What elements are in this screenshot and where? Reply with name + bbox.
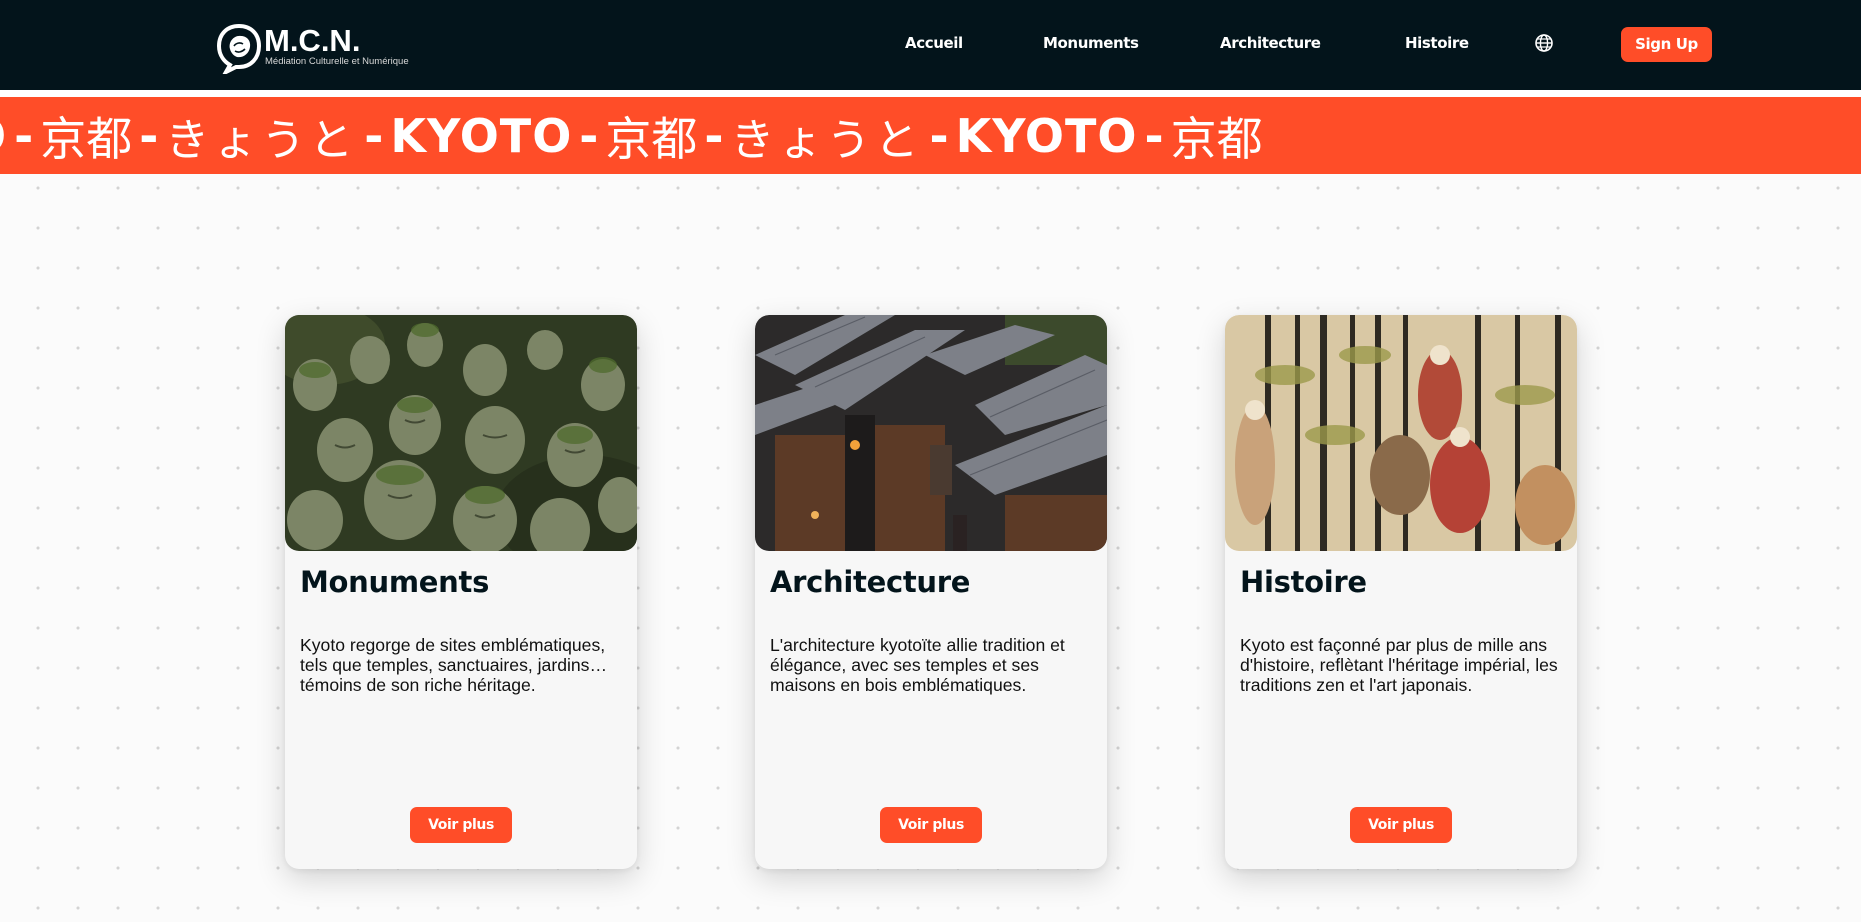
card-description: L'architecture kyotoïte allie tradition … <box>770 635 1065 695</box>
nav-link-architecture[interactable]: Architecture <box>1220 34 1321 52</box>
globe-icon[interactable] <box>1534 33 1554 53</box>
sign-up-button[interactable]: Sign Up <box>1621 27 1712 62</box>
marquee-separator: - <box>14 108 34 163</box>
marquee-track: O - 京都 - きょうと - KYOTO - 京都 - きょうと - KYOT… <box>0 97 1263 174</box>
marquee-text-hiragana: きょうと <box>730 114 923 166</box>
card-image-architecture <box>755 315 1107 551</box>
logo-title: M.C.N. <box>264 23 361 58</box>
marquee-separator: - <box>364 108 384 163</box>
marquee-text-kanji: 京都 <box>40 111 133 166</box>
marquee-text-kanji: 京都 <box>1170 111 1263 166</box>
card-title: Histoire <box>1240 565 1367 599</box>
kyoto-marquee-banner: O - 京都 - きょうと - KYOTO - 京都 - きょうと - KYOT… <box>0 97 1861 174</box>
nav-link-monuments[interactable]: Monuments <box>1043 34 1139 52</box>
wooden-houses-image <box>755 315 1107 551</box>
card-image-monuments <box>285 315 637 551</box>
logo-subtitle: Médiation Culturelle et Numérique <box>265 56 409 67</box>
marquee-separator: - <box>929 108 949 163</box>
voir-plus-button[interactable]: Voir plus <box>880 807 982 843</box>
card-description: Kyoto est façonné par plus de mille ans … <box>1240 635 1558 695</box>
card-image-histoire <box>1225 315 1577 551</box>
marquee-text-hiragana: きょうと <box>165 114 358 166</box>
card-title: Monuments <box>300 565 490 599</box>
stone-statues-image <box>285 315 637 551</box>
marquee-text-latin: O <box>0 109 7 163</box>
marquee-text-latin: KYOTO <box>955 108 1138 163</box>
marquee-text-latin: KYOTO <box>390 108 573 163</box>
card-title: Architecture <box>770 565 971 599</box>
ukiyo-e-image <box>1225 315 1577 551</box>
marquee-separator: - <box>1144 108 1164 163</box>
marquee-separator: - <box>579 108 599 163</box>
site-logo[interactable]: M.C.N. Médiation Culturelle et Numérique <box>214 22 414 74</box>
card-description: Kyoto regorge de sites emblématiques, te… <box>300 635 608 695</box>
marquee-separator: - <box>704 108 724 163</box>
nav-link-accueil[interactable]: Accueil <box>905 34 963 52</box>
nav-link-histoire[interactable]: Histoire <box>1405 34 1469 52</box>
voir-plus-button[interactable]: Voir plus <box>410 807 512 843</box>
marquee-separator: - <box>139 108 159 163</box>
card-architecture: Architecture L'architecture kyotoïte all… <box>755 315 1107 869</box>
card-monuments: Monuments Kyoto regorge de sites embléma… <box>285 315 637 869</box>
navbar: M.C.N. Médiation Culturelle et Numérique… <box>0 0 1861 90</box>
marquee-text-kanji: 京都 <box>605 111 698 166</box>
speech-bubble-logo-icon <box>216 23 262 74</box>
navbar-divider <box>0 90 1861 97</box>
voir-plus-button[interactable]: Voir plus <box>1350 807 1452 843</box>
card-histoire: Histoire Kyoto est façonné par plus de m… <box>1225 315 1577 869</box>
